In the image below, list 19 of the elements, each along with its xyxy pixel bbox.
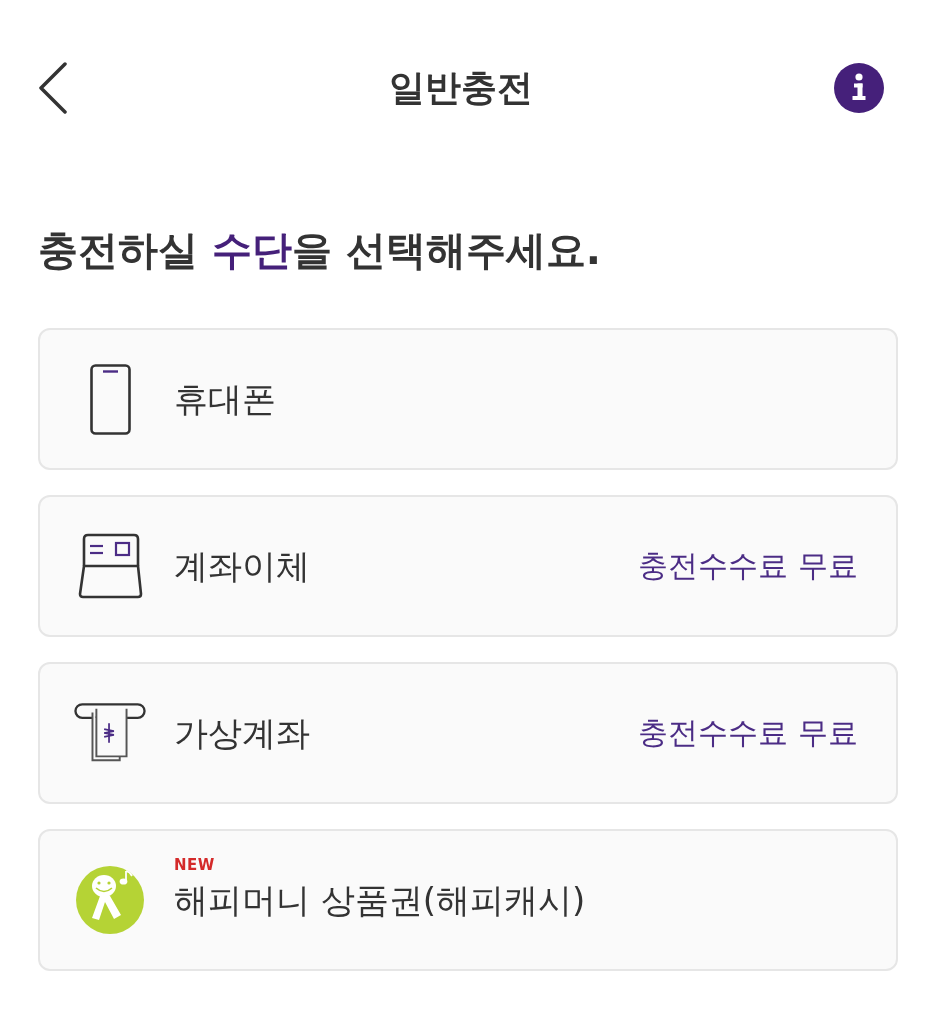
page-title: 일반충전 bbox=[389, 66, 533, 110]
back-icon[interactable] bbox=[38, 62, 68, 114]
payment-option-card[interactable]: NEW 해피머니 상품권(해피캐시) bbox=[38, 829, 898, 971]
option-label: 해피머니 상품권(해피캐시) bbox=[174, 879, 586, 922]
atm-slot-icon bbox=[74, 702, 146, 764]
payment-option-card[interactable]: 가상계좌 충전수수료 무료 bbox=[38, 662, 898, 804]
payment-option-card[interactable]: 계좌이체 충전수수료 무료 bbox=[38, 495, 898, 637]
fee-note: 충전수수료 무료 bbox=[638, 714, 858, 752]
mascot-icon bbox=[76, 866, 144, 934]
instruction-heading: 충전하실 수단을 선택해주세요. bbox=[38, 226, 602, 275]
option-label: 가상계좌 bbox=[174, 712, 310, 755]
info-icon[interactable] bbox=[834, 63, 884, 113]
smartphone-icon bbox=[89, 363, 131, 435]
card-reader-icon bbox=[77, 533, 143, 599]
option-label: 계좌이체 bbox=[174, 545, 310, 588]
payment-option-card[interactable]: 휴대폰 bbox=[38, 328, 898, 470]
fee-note: 충전수수료 무료 bbox=[638, 547, 858, 585]
new-label: NEW bbox=[174, 856, 215, 874]
option-label: 휴대폰 bbox=[174, 378, 276, 421]
